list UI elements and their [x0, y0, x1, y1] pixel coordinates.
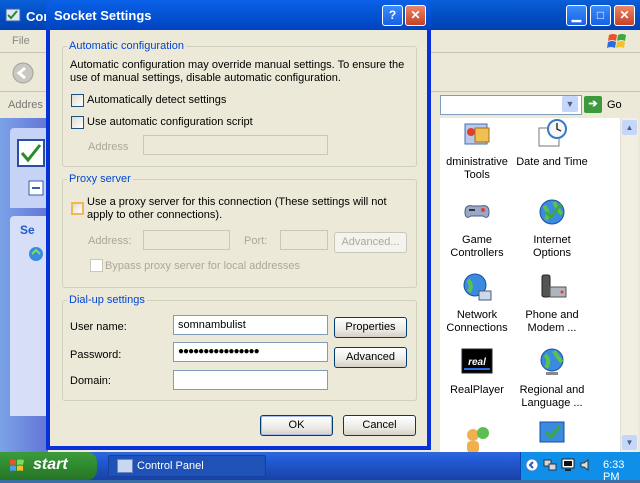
svg-text:real: real — [468, 357, 486, 368]
vertical-scrollbar[interactable]: ▲ ▼ — [620, 118, 638, 452]
tray-expand-icon[interactable] — [525, 458, 539, 472]
proxy-port-label: Port: — [244, 235, 268, 247]
username-input[interactable]: somnambulist — [173, 315, 328, 335]
auto-script-label[interactable]: Use automatic configuration script — [87, 116, 253, 129]
domain-label: Domain: — [70, 375, 111, 387]
menu-file[interactable]: File — [12, 35, 30, 47]
auto-detect-label[interactable]: Automatically detect settings — [87, 94, 226, 107]
control-panel-large-icon — [17, 139, 45, 167]
bypass-local-label[interactable]: Bypass proxy server for local addresses — [105, 260, 300, 273]
switch-view-icon[interactable] — [28, 180, 44, 196]
windows-logo-icon — [607, 34, 626, 48]
dialog-body: Automatic configuration Automatic config… — [50, 30, 427, 446]
control-panel-icon — [5, 8, 21, 22]
socket-settings-dialog: Socket Settings ? ✕ Automatic configurat… — [46, 0, 431, 450]
volume-tray-icon[interactable] — [579, 458, 593, 472]
see-also-heading: Se — [20, 223, 35, 237]
cancel-button[interactable]: Cancel — [343, 415, 416, 436]
start-button[interactable]: start — [0, 452, 97, 480]
script-address-input[interactable] — [143, 135, 328, 155]
phone-modem-icon — [541, 274, 567, 298]
ok-button[interactable]: OK — [260, 415, 333, 436]
address-input[interactable] — [440, 95, 582, 115]
auto-config-description-2: use of manual settings, disable automati… — [70, 72, 341, 84]
dialog-close-button[interactable]: ✕ — [405, 5, 426, 26]
properties-button[interactable]: Properties — [334, 317, 407, 338]
proxy-legend: Proxy server — [67, 173, 133, 185]
use-proxy-checkbox[interactable] — [71, 202, 84, 215]
password-label: Password: — [70, 349, 122, 361]
dialup-advanced-button[interactable]: Advanced — [334, 347, 407, 368]
control-panel-task-icon — [117, 459, 133, 473]
proxy-port-input[interactable] — [280, 230, 328, 250]
system-tray: 6:33 PM — [520, 452, 640, 483]
network-tray-icon[interactable] — [543, 458, 557, 472]
taskbar-button-label: Control Panel — [137, 460, 204, 472]
game-controllers-icon — [464, 205, 490, 218]
regional-language-icon — [540, 348, 564, 375]
proxy-address-label: Address: — [88, 235, 132, 247]
task-pane: Se — [0, 118, 48, 452]
start-label: start — [33, 456, 68, 473]
auto-detect-checkbox[interactable] — [71, 94, 84, 107]
auto-config-legend: Automatic configuration — [67, 40, 186, 52]
monitor-tray-icon[interactable] — [561, 458, 575, 472]
scroll-down-icon[interactable]: ▼ — [622, 435, 637, 450]
address-dropdown-icon[interactable]: ▼ — [562, 96, 578, 112]
scroll-up-icon[interactable]: ▲ — [622, 120, 637, 135]
script-address-label: Address — [88, 141, 129, 153]
network-connections-icon — [463, 273, 492, 301]
minimize-button[interactable]: ▁ — [566, 5, 587, 26]
dialog-titlebar[interactable]: Socket Settings ? ✕ — [46, 0, 431, 30]
task-pane-box — [10, 128, 48, 208]
address-label: Addres — [8, 99, 43, 111]
bypass-local-checkbox[interactable] — [90, 259, 103, 272]
auto-script-checkbox[interactable] — [71, 116, 84, 129]
help-button[interactable]: ? — [382, 5, 403, 26]
user-accounts-icon — [467, 427, 489, 453]
proxy-advanced-button[interactable]: Advanced... — [334, 232, 407, 253]
windows-update-icon[interactable] — [28, 246, 44, 262]
date-time-icon — [538, 119, 567, 147]
dialog-title: Socket Settings — [54, 8, 152, 23]
dialup-legend: Dial-up settings — [67, 294, 147, 306]
use-proxy-label-2[interactable]: apply to other connections). — [87, 209, 222, 222]
close-button[interactable]: ✕ — [614, 5, 635, 26]
windows-flag-icon — [10, 459, 24, 471]
administrative-tools-icon — [464, 123, 490, 145]
internet-options-icon — [539, 199, 565, 225]
back-icon[interactable] — [12, 62, 34, 84]
proxy-address-input[interactable] — [143, 230, 230, 250]
security-center-icon — [539, 421, 565, 443]
password-input[interactable]: ●●●●●●●●●●●●●●●● — [173, 342, 328, 362]
taskbar-control-panel-button[interactable]: Control Panel — [108, 455, 266, 477]
auto-config-description-1: Automatic configuration may override man… — [70, 59, 405, 71]
taskbar: start Control Panel 6:33 PM — [0, 452, 640, 483]
domain-input[interactable] — [173, 370, 328, 390]
username-label: User name: — [70, 321, 127, 333]
realplayer-icon: real — [461, 348, 493, 374]
go-arrow-icon[interactable]: ➔ — [584, 96, 602, 113]
go-button[interactable]: Go — [607, 99, 622, 111]
clock: 6:33 PM — [603, 459, 625, 483]
maximize-button[interactable]: □ — [590, 5, 611, 26]
use-proxy-label-1[interactable]: Use a proxy server for this connection (… — [87, 196, 387, 209]
control-panel-items: dministrative Tools Date and Time Game C… — [440, 118, 620, 453]
